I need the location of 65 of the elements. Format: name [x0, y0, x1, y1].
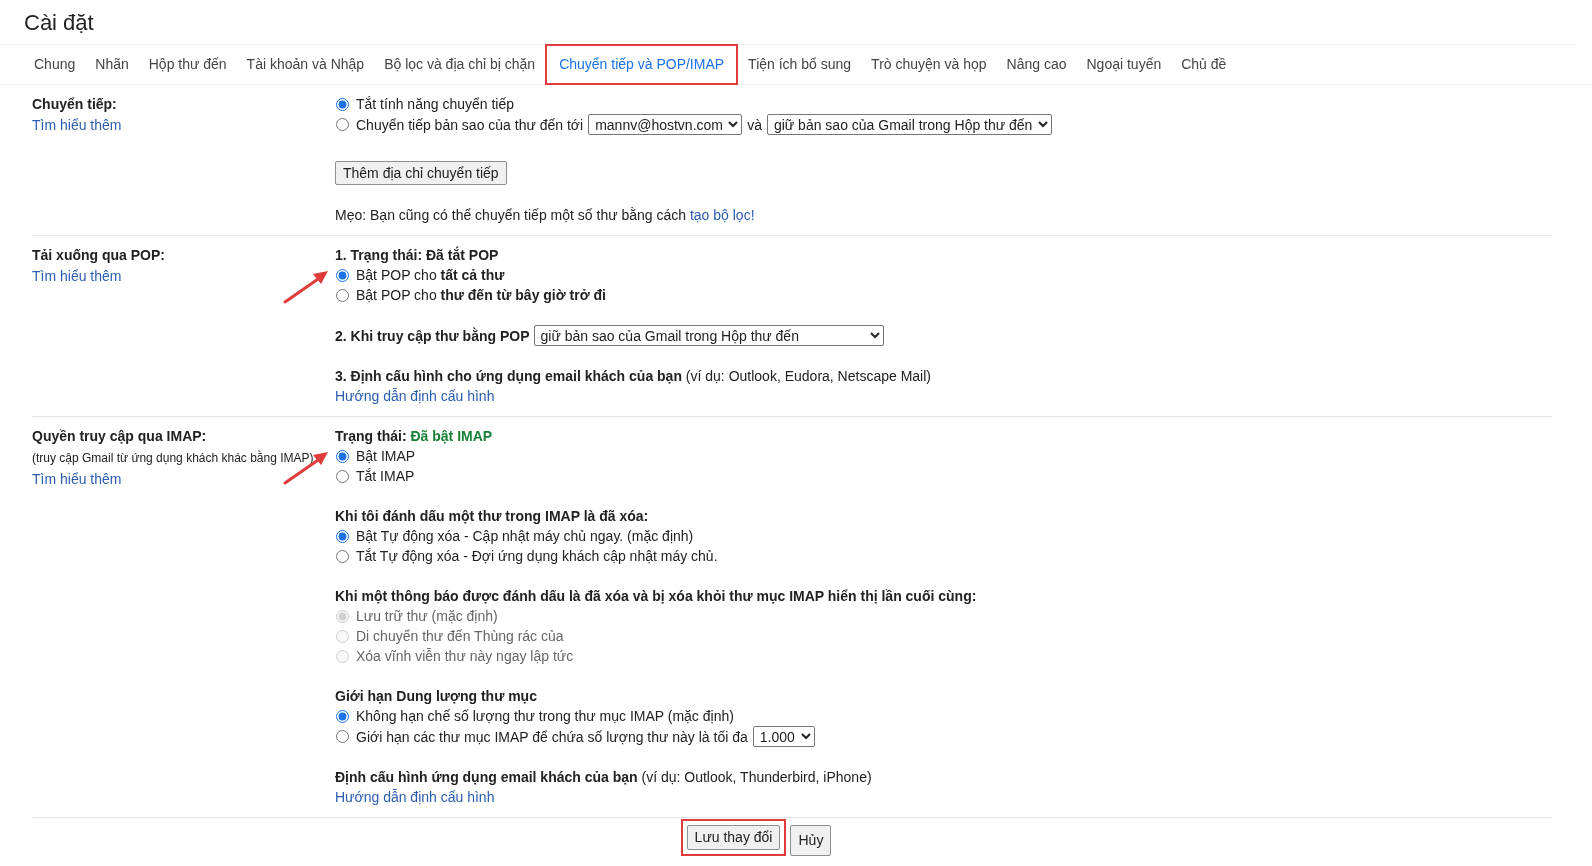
- radio-button[interactable]: [336, 268, 349, 282]
- settings-tab[interactable]: Trò chuyện và họp: [861, 48, 997, 82]
- config-guide-link[interactable]: Hướng dẫn định cấu hình: [335, 789, 495, 806]
- radio-button[interactable]: [336, 118, 349, 132]
- status-value: Đã bật IMAP: [410, 428, 493, 445]
- option-label: Lưu trữ thư (mặc định): [356, 607, 498, 627]
- option-heading: 1. Trạng thái: Đã tắt POP: [335, 245, 500, 266]
- settings-tab[interactable]: Ngoại tuyến: [1076, 48, 1172, 82]
- section-label: Chuyển tiếp:: [32, 95, 118, 115]
- settings-tab[interactable]: Tài khoản và Nhập: [236, 48, 375, 82]
- radio-button[interactable]: [336, 529, 349, 543]
- option-label: Không hạn chế số lượng thư trong thư mục IMAP (mặc định): [356, 707, 734, 727]
- option-heading: Giới hạn Dung lượng thư mục: [335, 687, 538, 707]
- page-title: Cài đặt: [0, 0, 1576, 46]
- radio-button[interactable]: [336, 549, 349, 563]
- option-label: Bật POP cho tất cả thư: [356, 266, 505, 286]
- radio-button[interactable]: [336, 288, 349, 302]
- dropdown[interactable]: 1.000: [752, 726, 815, 748]
- dropdown[interactable]: giữ bản sao của Gmail trong Hộp thư đến: [533, 325, 884, 347]
- section-label: Tải xuống qua POP:: [32, 246, 166, 266]
- config-text: Định cấu hình ứng dụng email khách của bạn (ví dụ: Outlook, Thunderbird, iPhone): [335, 768, 873, 788]
- radio-button[interactable]: [336, 730, 349, 744]
- config-guide-link[interactable]: Hướng dẫn định cấu hình: [335, 388, 495, 405]
- settings-tab[interactable]: Nâng cao: [996, 48, 1077, 82]
- option-label: Bật Tự động xóa - Cập nhật máy chủ ngay. (mặc định): [356, 527, 694, 547]
- cancel-button[interactable]: Hủy: [790, 825, 832, 857]
- section-note: (truy cập Gmail từ ứng dụng khách khác bằng IMAP): [32, 449, 315, 468]
- learn-more-link[interactable]: Tìm hiểu thêm: [32, 268, 122, 285]
- radio-button[interactable]: [336, 449, 349, 463]
- radio-button[interactable]: [336, 97, 349, 111]
- dropdown[interactable]: giữ bản sao của Gmail trong Hộp thư đến: [766, 114, 1052, 136]
- status-label: Trạng thái:: [335, 428, 407, 445]
- option-heading: Khi tôi đánh dấu một thư trong IMAP là đã xóa:: [335, 507, 650, 527]
- settings-tab[interactable]: Nhãn: [85, 48, 139, 82]
- option-label: Tắt IMAP: [356, 467, 415, 487]
- option-label: Bật IMAP: [356, 447, 416, 467]
- dropdown[interactable]: mannv@hostvn.com: [588, 114, 743, 136]
- option-label: Di chuyển thư đến Thùng rác của: [356, 627, 564, 647]
- option-heading: 2. Khi truy cập thư bằng POP: [335, 326, 530, 346]
- config-text: 3. Định cấu hình cho ứng dụng email khách của bạn (ví dụ: Outlook, Eudora, Netscape Mail): [335, 367, 931, 387]
- settings-tab[interactable]: Hộp thư đến: [138, 48, 237, 82]
- option-label: Bật POP cho thư đến từ bây giờ trở đi: [356, 286, 606, 306]
- option-label: Xóa vĩnh viễn thư này ngay lập tức: [356, 647, 574, 667]
- section-label: Quyền truy cập qua IMAP:: [32, 427, 208, 447]
- option-label: Giới hạn các thư mục IMAP để chứa số lượng thư này là tối đa: [356, 727, 748, 747]
- add-forwarding-button[interactable]: Thêm địa chỉ chuyển tiếp: [335, 161, 507, 186]
- option-label: và: [747, 115, 762, 135]
- option-heading: Khi một thông báo được đánh dấu là đã xóa và bị xóa khỏi thư mục IMAP hiển thị lần cuối cùng:: [335, 587, 977, 607]
- save-button[interactable]: Lưu thay đổi: [686, 825, 781, 851]
- learn-more-link[interactable]: Tìm hiểu thêm: [32, 471, 122, 488]
- settings-tab[interactable]: Chủ đề: [1171, 48, 1237, 82]
- radio-button[interactable]: [336, 709, 349, 723]
- pointer-arrow: [283, 271, 328, 304]
- radio-button[interactable]: [336, 469, 349, 483]
- create-filter-link[interactable]: tạo bộ lọc!: [689, 207, 755, 224]
- option-label: Chuyển tiếp bản sao của thư đến tới: [356, 115, 584, 135]
- pointer-arrow: [283, 452, 328, 485]
- settings-tab[interactable]: Chung: [24, 48, 86, 82]
- option-label: Tắt tính năng chuyển tiếp: [356, 95, 514, 115]
- settings-tab[interactable]: Bộ lọc và địa chỉ bị chặn: [374, 48, 546, 82]
- tip-text: Mẹo: Bạn cũng có thể chuyển tiếp một số thư bằng cách tạo bộ lọc!: [335, 206, 756, 226]
- settings-tab[interactable]: Chuyển tiếp và POP/IMAP: [545, 44, 739, 86]
- learn-more-link[interactable]: Tìm hiểu thêm: [32, 117, 122, 134]
- settings-tab[interactable]: Tiện ích bổ sung: [738, 48, 862, 82]
- option-label: Tắt Tự động xóa - Đợi ứng dụng khách cập nhật máy chủ.: [356, 547, 718, 567]
